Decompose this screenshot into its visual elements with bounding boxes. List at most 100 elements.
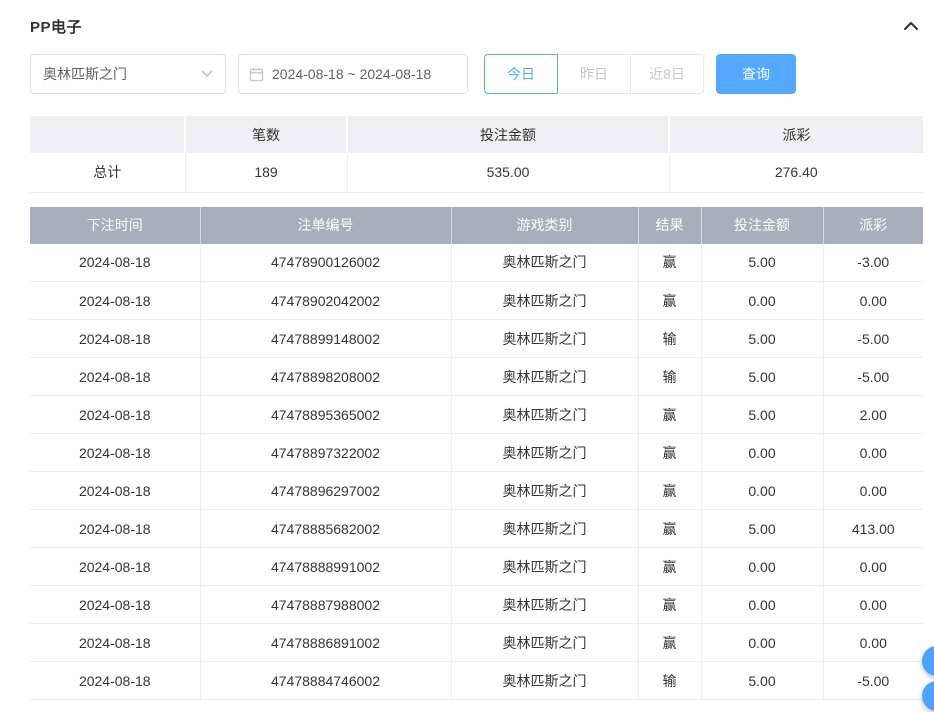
quick-button-last8days[interactable]: 近8日 [630,54,704,94]
cell-bet-amount: 0.00 [701,548,823,586]
summary-total-row: 总计 189 535.00 276.40 [30,153,923,192]
cell-payout: 413.00 [823,510,923,548]
cell-result: 赢 [638,548,701,586]
calendar-icon [249,67,264,82]
date-range-value: 2024-08-18 ~ 2024-08-18 [272,66,431,82]
cell-bet-time: 2024-08-18 [30,662,200,700]
cell-result: 赢 [638,282,701,320]
cell-payout: -5.00 [823,320,923,358]
quick-button-today[interactable]: 今日 [484,54,558,94]
chevron-up-icon [903,19,919,34]
table-row: 2024-08-1847478899148002奥林匹斯之门输5.00-5.00 [30,320,923,358]
cell-bet-time: 2024-08-18 [30,244,200,282]
cell-game-category: 奥林匹斯之门 [451,434,638,472]
cell-payout: 0.00 [823,548,923,586]
quick-button-yesterday[interactable]: 昨日 [557,54,631,94]
cell-order-id: 47478895365002 [200,396,451,434]
cell-game-category: 奥林匹斯之门 [451,282,638,320]
cell-order-id: 47478887988002 [200,586,451,624]
bets-table-body: 2024-08-1847478900126002奥林匹斯之门赢5.00-3.00… [30,244,923,700]
floating-button-bottom[interactable] [922,681,934,711]
cell-bet-time: 2024-08-18 [30,434,200,472]
table-row: 2024-08-1847478885682002奥林匹斯之门赢5.00413.0… [30,510,923,548]
header-game-category: 游戏类别 [451,207,638,244]
cell-game-category: 奥林匹斯之门 [451,548,638,586]
cell-bet-time: 2024-08-18 [30,548,200,586]
collapse-button[interactable] [899,19,923,33]
cell-bet-time: 2024-08-18 [30,320,200,358]
cell-payout: -3.00 [823,244,923,282]
table-row: 2024-08-1847478895365002奥林匹斯之门赢5.002.00 [30,396,923,434]
cell-order-id: 47478897322002 [200,434,451,472]
cell-result: 赢 [638,244,701,282]
bets-table: 下注时间 注单编号 游戏类别 结果 投注金额 派彩 2024-08-184747… [30,207,923,701]
cell-payout: 2.00 [823,396,923,434]
header-order-id: 注单编号 [200,207,451,244]
table-row: 2024-08-1847478888991002奥林匹斯之门赢0.000.00 [30,548,923,586]
cell-bet-time: 2024-08-18 [30,472,200,510]
table-row: 2024-08-1847478900126002奥林匹斯之门赢5.00-3.00 [30,244,923,282]
cell-game-category: 奥林匹斯之门 [451,510,638,548]
cell-payout: 0.00 [823,624,923,662]
table-row: 2024-08-1847478897322002奥林匹斯之门赢0.000.00 [30,434,923,472]
cell-bet-amount: 5.00 [701,244,823,282]
page-title: PP电子 [30,16,82,37]
cell-game-category: 奥林匹斯之门 [451,662,638,700]
floating-button-top[interactable] [922,646,934,676]
summary-table: 笔数 投注金额 派彩 总计 189 535.00 276.40 [30,116,923,193]
cell-bet-time: 2024-08-18 [30,510,200,548]
cell-order-id: 47478899148002 [200,320,451,358]
table-row: 2024-08-1847478898208002奥林匹斯之门输5.00-5.00 [30,358,923,396]
cell-result: 赢 [638,472,701,510]
cell-order-id: 47478888991002 [200,548,451,586]
table-row: 2024-08-1847478887988002奥林匹斯之门赢0.000.00 [30,586,923,624]
date-range-input[interactable]: 2024-08-18 ~ 2024-08-18 [238,54,468,94]
header-payout: 派彩 [823,207,923,244]
cell-bet-amount: 5.00 [701,320,823,358]
cell-bet-time: 2024-08-18 [30,586,200,624]
cell-game-category: 奥林匹斯之门 [451,624,638,662]
quick-range-group: 今日 昨日 近8日 [484,54,704,94]
cell-result: 赢 [638,586,701,624]
cell-order-id: 47478884746002 [200,662,451,700]
summary-header-row: 笔数 投注金额 派彩 [30,116,923,153]
cell-payout: 0.00 [823,586,923,624]
header-bet-amount: 投注金额 [701,207,823,244]
cell-result: 赢 [638,510,701,548]
cell-game-category: 奥林匹斯之门 [451,320,638,358]
summary-total-payout: 276.40 [669,153,923,192]
cell-order-id: 47478886891002 [200,624,451,662]
summary-total-count: 189 [185,153,347,192]
table-row: 2024-08-1847478884746002奥林匹斯之门输5.00-5.00 [30,662,923,700]
header-result: 结果 [638,207,701,244]
cell-game-category: 奥林匹斯之门 [451,244,638,282]
panel-header: PP电子 [30,14,923,38]
cell-bet-amount: 0.00 [701,472,823,510]
cell-order-id: 47478896297002 [200,472,451,510]
summary-header-blank [30,116,185,153]
cell-bet-time: 2024-08-18 [30,396,200,434]
game-select[interactable]: 奥林匹斯之门 [30,54,226,94]
cell-payout: -5.00 [823,662,923,700]
table-row: 2024-08-1847478896297002奥林匹斯之门赢0.000.00 [30,472,923,510]
table-row: 2024-08-1847478902042002奥林匹斯之门赢0.000.00 [30,282,923,320]
panel: PP电子 奥林匹斯之门 2024-08-18 ~ 2024- [0,0,934,700]
cell-bet-time: 2024-08-18 [30,358,200,396]
cell-bet-amount: 5.00 [701,662,823,700]
search-button[interactable]: 查询 [716,54,796,94]
chevron-down-icon [201,70,213,78]
cell-payout: 0.00 [823,282,923,320]
cell-payout: -5.00 [823,358,923,396]
cell-result: 赢 [638,434,701,472]
cell-payout: 0.00 [823,472,923,510]
cell-bet-time: 2024-08-18 [30,624,200,662]
cell-game-category: 奥林匹斯之门 [451,586,638,624]
cell-bet-time: 2024-08-18 [30,282,200,320]
cell-result: 赢 [638,396,701,434]
cell-bet-amount: 0.00 [701,624,823,662]
header-bet-time: 下注时间 [30,207,200,244]
cell-result: 赢 [638,624,701,662]
game-select-value: 奥林匹斯之门 [43,64,127,84]
cell-order-id: 47478885682002 [200,510,451,548]
cell-bet-amount: 5.00 [701,510,823,548]
